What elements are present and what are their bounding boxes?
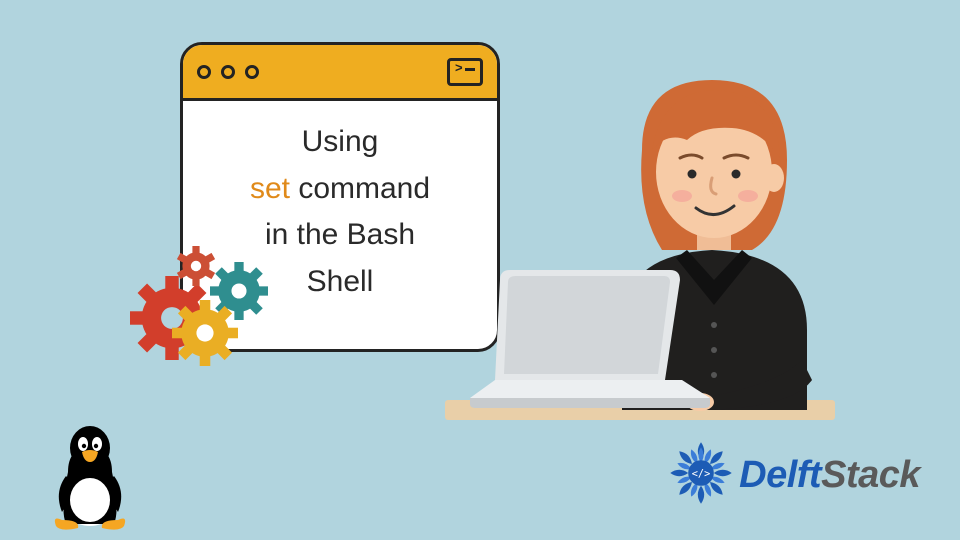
window-dot-icon bbox=[245, 65, 259, 79]
gear-yellow-icon bbox=[172, 300, 238, 366]
title-highlight: set bbox=[250, 172, 290, 205]
title-line-1: Using bbox=[203, 119, 477, 166]
brand-part-2: Stack bbox=[821, 454, 920, 496]
window-titlebar bbox=[183, 45, 497, 101]
gears-cluster bbox=[130, 218, 310, 378]
delftstack-logo-icon: </> bbox=[669, 441, 733, 510]
svg-text:</>: </> bbox=[692, 468, 711, 480]
title-line-2: set command bbox=[203, 166, 477, 213]
laptop-illustration bbox=[470, 270, 710, 420]
brand-part-1: Delft bbox=[739, 454, 821, 496]
window-dot-icon bbox=[221, 65, 235, 79]
delftstack-wordmark: DelftStack bbox=[739, 454, 920, 497]
window-controls bbox=[197, 65, 259, 79]
window-dot-icon bbox=[197, 65, 211, 79]
title-line-2-rest: command bbox=[290, 172, 430, 205]
delftstack-logo: </> DelftStack bbox=[669, 441, 920, 510]
tux-linux-icon bbox=[40, 420, 140, 530]
terminal-icon bbox=[447, 58, 483, 86]
